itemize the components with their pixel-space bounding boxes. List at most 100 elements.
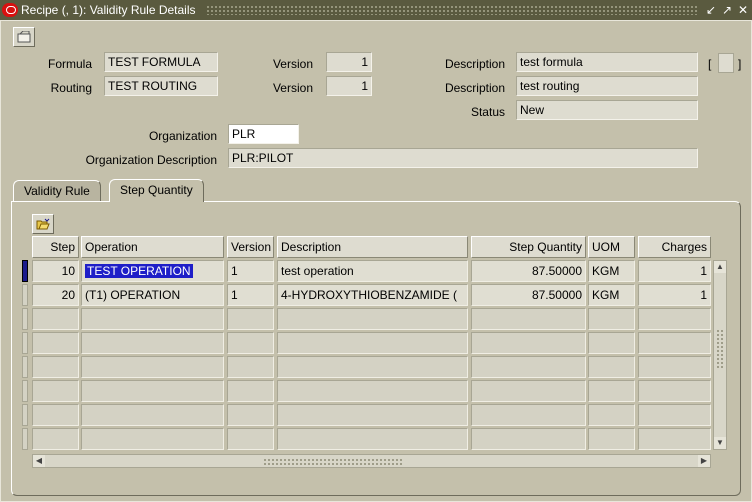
empty-cell[interactable] bbox=[227, 404, 274, 426]
routing-field[interactable]: TEST ROUTING bbox=[104, 76, 218, 96]
empty-cell[interactable] bbox=[32, 380, 79, 402]
titlebar-grip bbox=[205, 5, 698, 15]
scroll-up-icon[interactable]: ▲ bbox=[714, 261, 726, 273]
empty-cell[interactable] bbox=[81, 332, 224, 354]
col-header-step-quantity[interactable]: Step Quantity bbox=[471, 236, 586, 258]
cell-uom[interactable]: KGM bbox=[588, 284, 635, 306]
empty-cell[interactable] bbox=[638, 404, 711, 426]
cell-step[interactable]: 20 bbox=[32, 284, 79, 306]
scroll-left-icon[interactable]: ◀ bbox=[33, 455, 45, 467]
empty-cell[interactable] bbox=[227, 308, 274, 330]
row-indicator[interactable] bbox=[22, 260, 28, 282]
col-header-operation[interactable]: Operation bbox=[81, 236, 224, 258]
empty-cell[interactable] bbox=[81, 428, 224, 450]
maximize-icon[interactable]: ↗ bbox=[720, 3, 734, 17]
scroll-down-icon[interactable]: ▼ bbox=[714, 437, 726, 449]
empty-cell[interactable] bbox=[588, 404, 635, 426]
close-icon[interactable]: ✕ bbox=[736, 3, 750, 17]
empty-cell[interactable] bbox=[81, 356, 224, 378]
tab-step-quantity[interactable]: Step Quantity bbox=[109, 179, 204, 202]
col-header-charges[interactable]: Charges bbox=[638, 236, 711, 258]
empty-cell[interactable] bbox=[588, 428, 635, 450]
cell-operation[interactable]: TEST OPERATION bbox=[81, 260, 224, 282]
empty-cell[interactable] bbox=[81, 308, 224, 330]
empty-cell[interactable] bbox=[588, 380, 635, 402]
cell-charges[interactable]: 1 bbox=[638, 284, 711, 306]
empty-cell[interactable] bbox=[471, 404, 586, 426]
empty-cell[interactable] bbox=[277, 356, 468, 378]
empty-cell[interactable] bbox=[588, 308, 635, 330]
empty-cell[interactable] bbox=[471, 380, 586, 402]
attachment-button[interactable] bbox=[13, 27, 35, 47]
col-header-description[interactable]: Description bbox=[277, 236, 468, 258]
cell-step-quantity[interactable]: 87.50000 bbox=[471, 260, 586, 282]
vertical-scrollbar[interactable]: ▲ ▼ bbox=[713, 260, 727, 450]
cell-version[interactable]: 1 bbox=[227, 260, 274, 282]
empty-cell[interactable] bbox=[638, 356, 711, 378]
cell-step[interactable]: 10 bbox=[32, 260, 79, 282]
formula-field[interactable]: TEST FORMULA bbox=[104, 52, 218, 72]
row-indicator[interactable] bbox=[22, 284, 28, 306]
empty-cell[interactable] bbox=[588, 332, 635, 354]
descriptive-flexfield[interactable] bbox=[718, 53, 734, 73]
cell-operation[interactable]: (T1) OPERATION bbox=[81, 284, 224, 306]
empty-cell[interactable] bbox=[588, 356, 635, 378]
col-header-version[interactable]: Version bbox=[227, 236, 274, 258]
row-indicator[interactable] bbox=[22, 308, 28, 330]
empty-cell[interactable] bbox=[227, 428, 274, 450]
row-indicator[interactable] bbox=[22, 428, 28, 450]
row-indicator[interactable] bbox=[22, 332, 28, 354]
cell-description[interactable]: 4-HYDROXYTHIOBENZAMIDE ( bbox=[277, 284, 468, 306]
empty-cell[interactable] bbox=[277, 332, 468, 354]
empty-cell[interactable] bbox=[277, 428, 468, 450]
empty-cell[interactable] bbox=[227, 380, 274, 402]
empty-cell[interactable] bbox=[32, 428, 79, 450]
empty-cell[interactable] bbox=[471, 356, 586, 378]
empty-cell[interactable] bbox=[32, 356, 79, 378]
row-indicator[interactable] bbox=[22, 404, 28, 426]
empty-cell[interactable] bbox=[81, 380, 224, 402]
scroll-grip[interactable] bbox=[263, 458, 403, 465]
empty-cell[interactable] bbox=[32, 404, 79, 426]
cell-step-quantity[interactable]: 87.50000 bbox=[471, 284, 586, 306]
empty-cell[interactable] bbox=[471, 332, 586, 354]
empty-cell[interactable] bbox=[277, 404, 468, 426]
empty-cell[interactable] bbox=[227, 332, 274, 354]
bracket-open: [ bbox=[708, 57, 712, 71]
scroll-grip[interactable] bbox=[716, 329, 724, 369]
horizontal-scrollbar[interactable]: ◀ ▶ bbox=[32, 454, 711, 468]
routing-version-field[interactable]: 1 bbox=[326, 76, 372, 96]
empty-cell[interactable] bbox=[277, 380, 468, 402]
cell-version[interactable]: 1 bbox=[227, 284, 274, 306]
empty-cell[interactable] bbox=[638, 308, 711, 330]
empty-cell[interactable] bbox=[277, 308, 468, 330]
routing-description-field[interactable]: test routing bbox=[516, 76, 698, 96]
col-header-uom[interactable]: UOM bbox=[588, 236, 635, 258]
cell-description[interactable]: test operation bbox=[277, 260, 468, 282]
empty-cell[interactable] bbox=[638, 332, 711, 354]
formula-description-label: Description bbox=[444, 57, 505, 71]
cell-uom[interactable]: KGM bbox=[588, 260, 635, 282]
row-indicator[interactable] bbox=[22, 380, 28, 402]
tab-validity-rule[interactable]: Validity Rule bbox=[13, 180, 101, 202]
cell-charges[interactable]: 1 bbox=[638, 260, 711, 282]
empty-cell[interactable] bbox=[471, 308, 586, 330]
empty-cell[interactable] bbox=[471, 428, 586, 450]
status-field[interactable]: New bbox=[516, 100, 698, 120]
open-button[interactable] bbox=[32, 214, 54, 234]
empty-cell[interactable] bbox=[32, 332, 79, 354]
formula-version-field[interactable]: 1 bbox=[326, 52, 372, 72]
empty-cell[interactable] bbox=[638, 428, 711, 450]
row-indicator[interactable] bbox=[22, 356, 28, 378]
org-description-field[interactable]: PLR:PILOT bbox=[228, 148, 698, 168]
empty-cell[interactable] bbox=[227, 356, 274, 378]
formula-description-field[interactable]: test formula bbox=[516, 52, 698, 72]
window-titlebar[interactable]: Recipe (, 1): Validity Rule Details ↙ ↗ … bbox=[0, 0, 752, 20]
empty-cell[interactable] bbox=[638, 380, 711, 402]
col-header-step[interactable]: Step bbox=[32, 236, 79, 258]
organization-field[interactable]: PLR bbox=[228, 124, 299, 144]
empty-cell[interactable] bbox=[32, 308, 79, 330]
minimize-icon[interactable]: ↙ bbox=[704, 3, 718, 17]
scroll-right-icon[interactable]: ▶ bbox=[698, 455, 710, 467]
empty-cell[interactable] bbox=[81, 404, 224, 426]
